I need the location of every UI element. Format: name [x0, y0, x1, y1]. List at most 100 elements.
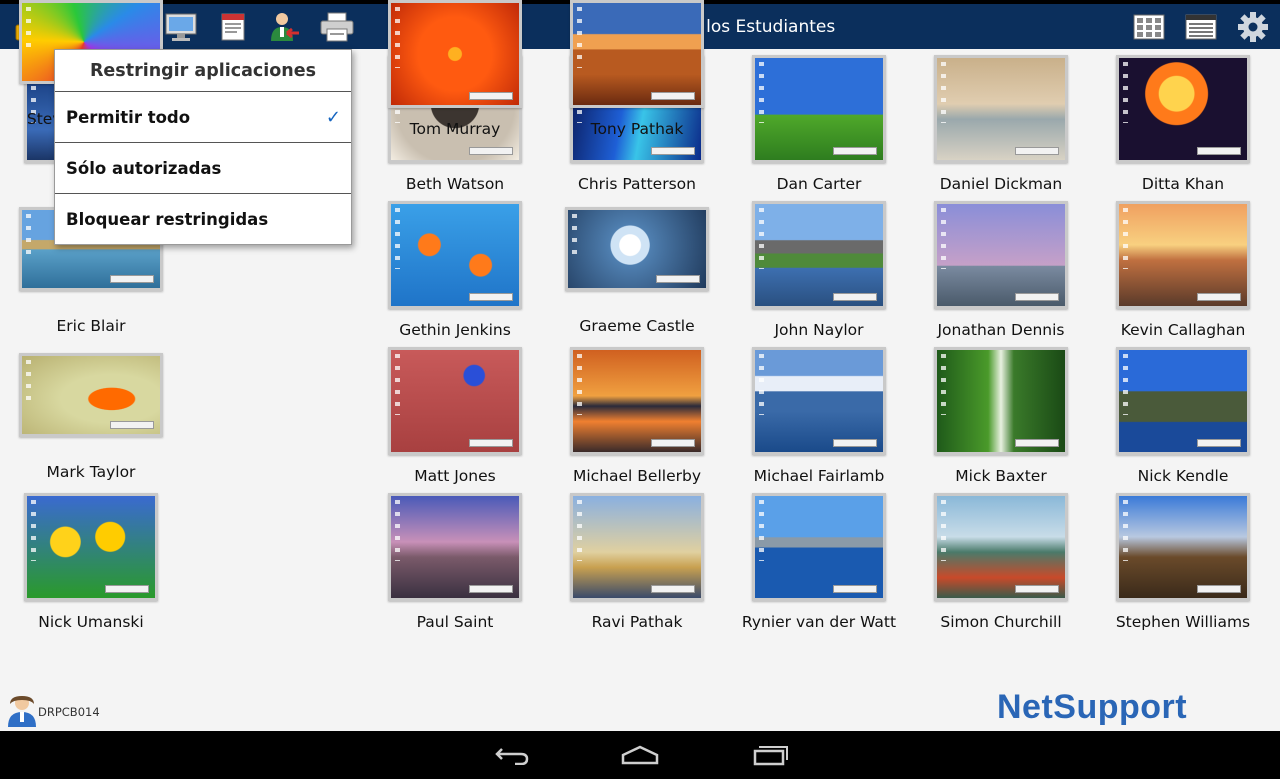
system-navbar — [0, 731, 1280, 779]
student-screen-thumbnail[interactable] — [934, 201, 1068, 309]
student-tile[interactable]: Tom Murray — [364, 0, 546, 138]
printer-icon[interactable] — [320, 10, 354, 44]
student-tile[interactable]: Michael Fairlamb — [728, 347, 910, 485]
user-avatar-icon[interactable] — [8, 695, 36, 727]
student-screen-thumbnail[interactable] — [388, 347, 522, 455]
student-tile[interactable]: Kevin Callaghan — [1092, 201, 1274, 339]
student-name: Simon Churchill — [940, 613, 1062, 631]
desktop-icons — [1123, 208, 1128, 270]
lake-boats-wallpaper — [937, 58, 1065, 160]
student-tile[interactable]: Simon Churchill — [910, 493, 1092, 631]
desktop-icons — [1123, 500, 1128, 562]
student-screen-thumbnail[interactable] — [570, 0, 704, 108]
student-tile[interactable]: John Naylor — [728, 201, 910, 339]
desktop-notification — [1197, 293, 1241, 301]
desktop-icons — [572, 214, 577, 261]
student-screen-thumbnail[interactable] — [388, 201, 522, 309]
desktop-icons — [26, 214, 31, 261]
student-tile[interactable]: Michael Bellerby — [546, 347, 728, 485]
recent-apps-icon[interactable] — [750, 739, 790, 771]
student-screen-thumbnail[interactable] — [752, 201, 886, 309]
home-icon[interactable] — [620, 739, 660, 771]
student-screen-thumbnail[interactable] — [752, 55, 886, 163]
desktop-icons — [941, 62, 946, 124]
desktop-icons — [759, 208, 764, 270]
message-icon[interactable] — [216, 10, 250, 44]
tower-bridge-wallpaper — [573, 496, 701, 598]
desktop-notification — [651, 585, 695, 593]
student-tile[interactable]: Nick Umanski — [0, 493, 182, 631]
student-tile[interactable]: Paul Saint — [364, 493, 546, 631]
student-name: Michael Bellerby — [573, 467, 701, 485]
student-tile[interactable]: Daniel Dickman — [910, 55, 1092, 193]
desktop-notification — [1015, 439, 1059, 447]
student-tile[interactable]: Graeme Castle — [546, 207, 728, 335]
student-tile[interactable]: Nick Kendle — [1092, 347, 1274, 485]
student-tile[interactable]: Ravi Pathak — [546, 493, 728, 631]
desktop-notification — [469, 92, 513, 100]
student-screen-thumbnail[interactable] — [1116, 201, 1250, 309]
student-screen-thumbnail[interactable] — [1116, 493, 1250, 601]
gear-icon[interactable] — [1236, 10, 1270, 44]
desktop-notification — [1197, 147, 1241, 155]
student-screen-thumbnail[interactable] — [19, 353, 163, 437]
desktop-icons — [941, 208, 946, 270]
menu-item-allow-all[interactable]: Permitir todo ✓ — [55, 92, 351, 143]
misty-lake-canoe-wallpaper — [937, 496, 1065, 598]
student-name: Mick Baxter — [955, 467, 1047, 485]
student-name: Tony Pathak — [590, 120, 684, 138]
baobab-trees-wallpaper — [1119, 496, 1247, 598]
student-name: Nick Kendle — [1137, 467, 1229, 485]
student-screen-thumbnail[interactable] — [570, 493, 704, 601]
desktop-notification — [833, 147, 877, 155]
yellow-tulips-wallpaper — [27, 496, 155, 598]
desktop-notification — [1197, 439, 1241, 447]
menu-title: Restringir aplicaciones — [55, 50, 351, 92]
student-name: Stephen Williams — [1115, 613, 1251, 631]
desktop-icons — [31, 500, 36, 562]
student-tile[interactable]: Matt Jones — [364, 347, 546, 485]
restrict-apps-menu: Restringir aplicaciones Permitir todo ✓ … — [54, 49, 352, 245]
student-tile[interactable]: Mick Baxter — [910, 347, 1092, 485]
student-tile[interactable]: Stephen Williams — [1092, 493, 1274, 631]
student-screen-thumbnail[interactable] — [752, 493, 886, 601]
desktop-icons — [577, 500, 582, 562]
student-screen-thumbnail[interactable] — [388, 0, 522, 108]
student-tile[interactable]: Tony Pathak — [546, 0, 728, 138]
student-screen-thumbnail[interactable] — [934, 493, 1068, 601]
student-tile[interactable]: Mark Taylor — [0, 353, 182, 481]
student-screen-thumbnail[interactable] — [388, 493, 522, 601]
student-screen-thumbnail[interactable] — [752, 347, 886, 455]
student-name: Eric Blair — [56, 317, 126, 335]
list-view-icon[interactable] — [1184, 10, 1218, 44]
menu-item-authorized-only[interactable]: Sólo autorizadas — [55, 143, 351, 194]
desktop-notification — [833, 293, 877, 301]
desert-monument-wallpaper — [573, 3, 701, 105]
student-screen-thumbnail[interactable] — [570, 347, 704, 455]
student-tile[interactable]: Jonathan Dennis — [910, 201, 1092, 339]
menu-item-block-restricted[interactable]: Bloquear restringidas — [55, 194, 351, 245]
student-screen-thumbnail[interactable] — [24, 493, 158, 601]
desktop-icons — [577, 354, 582, 416]
desktop-icons — [26, 360, 31, 407]
student-tile[interactable]: Dan Carter — [728, 55, 910, 193]
user-logout-icon[interactable] — [268, 10, 302, 44]
student-tile[interactable]: Ditta Khan — [1092, 55, 1274, 193]
desktop-notification — [656, 275, 700, 283]
desktop-icons — [941, 354, 946, 416]
student-screen-thumbnail[interactable] — [1116, 55, 1250, 163]
student-screen-thumbnail[interactable] — [934, 347, 1068, 455]
student-screen-thumbnail[interactable] — [565, 207, 709, 291]
back-icon[interactable] — [492, 739, 532, 771]
harbour-city-wallpaper — [755, 496, 883, 598]
student-tile[interactable]: Rynier van der Watt — [728, 493, 910, 631]
menu-item-label: Sólo autorizadas — [66, 159, 222, 178]
student-tile[interactable]: Gethin Jenkins — [364, 201, 546, 339]
student-name: Rynier van der Watt — [741, 613, 897, 631]
desktop-icons — [759, 354, 764, 416]
student-screen-thumbnail[interactable] — [934, 55, 1068, 163]
orange-fish-wallpaper — [391, 204, 519, 306]
thumbnail-grid-icon[interactable] — [1132, 10, 1166, 44]
green-hill-wallpaper — [755, 58, 883, 160]
student-screen-thumbnail[interactable] — [1116, 347, 1250, 455]
